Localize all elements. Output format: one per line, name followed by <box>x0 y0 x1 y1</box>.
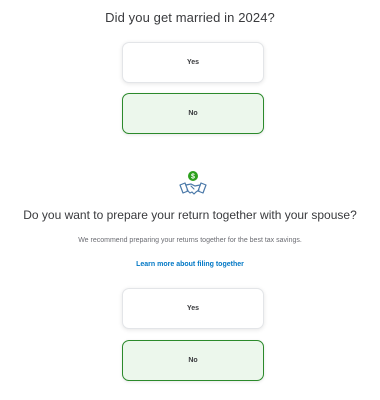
file-jointly-question-title: Do you want to prepare your return toget… <box>23 208 357 222</box>
married-yes-button[interactable]: Yes <box>122 42 264 83</box>
svg-text:$: $ <box>191 174 195 181</box>
married-no-button[interactable]: No <box>122 93 264 134</box>
learn-more-filing-together-link[interactable]: Learn more about filing together <box>0 261 380 268</box>
file-jointly-yes-button[interactable]: Yes <box>122 288 264 329</box>
file-jointly-no-button[interactable]: No <box>122 340 264 381</box>
file-jointly-recommendation: We recommend preparing your returns toge… <box>78 237 302 244</box>
married-question-title: Did you get married in 2024? <box>105 10 275 25</box>
handshake-dollar-icon: $ <box>179 171 207 195</box>
